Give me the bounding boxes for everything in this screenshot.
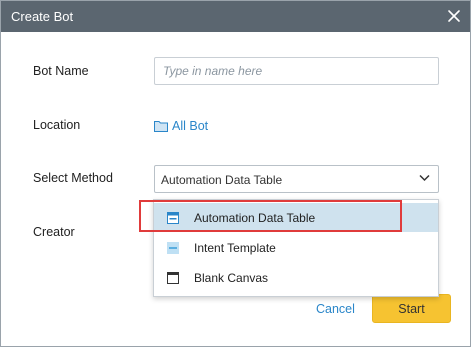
select-method-label: Select Method	[33, 171, 113, 185]
dialog-title: Create Bot	[11, 9, 74, 24]
option-blank-canvas[interactable]: Blank Canvas	[154, 263, 438, 292]
select-method-dropdown[interactable]: Automation Data Table	[154, 165, 439, 193]
folder-icon	[154, 121, 168, 132]
bot-name-label: Bot Name	[33, 64, 89, 78]
start-button[interactable]: Start	[372, 294, 451, 323]
option-intent-template[interactable]: Intent Template	[154, 233, 438, 262]
option-automation-data-table[interactable]: Automation Data Table	[154, 203, 438, 232]
chevron-down-icon	[419, 174, 430, 182]
option-label: Automation Data Table	[194, 210, 316, 225]
cancel-button[interactable]: Cancel	[310, 301, 361, 317]
close-icon[interactable]	[444, 6, 464, 26]
select-method-options: Automation Data Table Intent Template Bl…	[153, 199, 439, 297]
location-label: Location	[33, 118, 81, 132]
dialog-titlebar: Create Bot	[1, 1, 470, 32]
location-value: All Bot	[172, 119, 209, 133]
data-table-icon	[167, 211, 179, 224]
creator-label: Creator	[33, 225, 75, 239]
option-label: Blank Canvas	[194, 270, 269, 285]
select-method-value: Automation Data Table	[161, 173, 283, 187]
create-bot-dialog: Create Bot Bot Name Location All Bot Sel…	[0, 0, 471, 347]
location-link[interactable]: All Bot	[154, 118, 208, 134]
intent-template-icon	[167, 241, 179, 254]
start-button-label: Start	[398, 301, 425, 316]
blank-canvas-icon	[167, 271, 179, 284]
bot-name-input[interactable]	[154, 57, 439, 85]
option-label: Intent Template	[194, 240, 276, 255]
